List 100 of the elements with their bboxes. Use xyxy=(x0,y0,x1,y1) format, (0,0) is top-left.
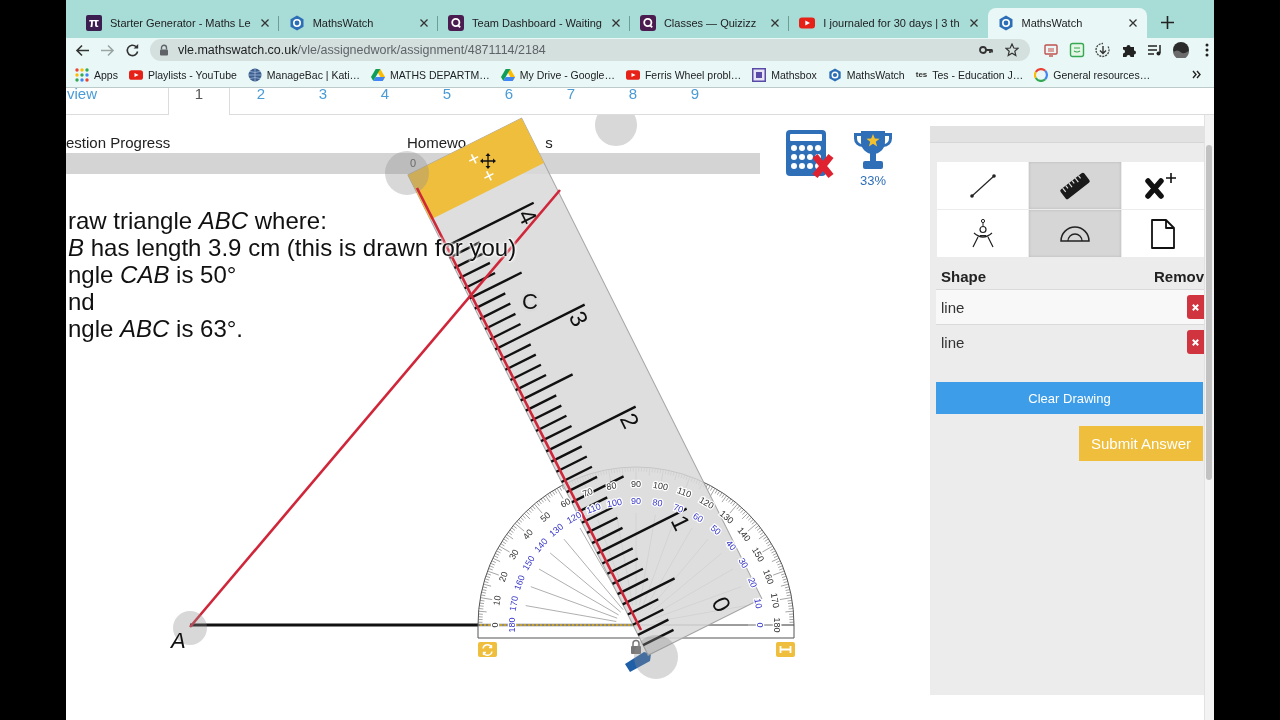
lock-icon[interactable] xyxy=(159,44,169,56)
back-icon[interactable] xyxy=(75,42,90,58)
browser-tab[interactable]: Team Dashboard - Waiting xyxy=(438,8,630,38)
close-icon xyxy=(1192,303,1199,311)
ring-logo-icon xyxy=(639,15,656,31)
protractor-scale-number: 160 xyxy=(512,573,527,592)
scrollbar-thumb[interactable] xyxy=(1206,145,1212,480)
point-label: C xyxy=(522,289,538,314)
browser-tab[interactable]: MathsWatch xyxy=(278,8,439,38)
avatar-icon[interactable] xyxy=(1173,42,1189,58)
globe-icon xyxy=(247,67,262,82)
note-icon[interactable] xyxy=(1069,42,1085,58)
point-tool-button[interactable] xyxy=(1122,162,1204,209)
column-header: Shape xyxy=(941,267,986,285)
playlist-icon[interactable] xyxy=(1147,42,1163,58)
protractor-scale-number: 30 xyxy=(736,556,751,570)
table-row[interactable]: line xyxy=(936,289,1204,324)
question-text: nd xyxy=(68,288,95,315)
protractor-scale-number: 160 xyxy=(761,568,776,586)
new-page-button[interactable] xyxy=(1122,210,1204,257)
protractor-scale-number: 70 xyxy=(672,502,685,515)
progress-label: Homewo xyxy=(407,135,467,153)
bookmark[interactable]: Mathsbox xyxy=(752,67,817,82)
close-icon[interactable] xyxy=(969,19,978,27)
browser-tab[interactable]: I journaled for 30 days | 3 th xyxy=(789,8,988,38)
protractor-scale-number: 100 xyxy=(652,479,669,493)
protractor-scale-number: 120 xyxy=(565,509,583,526)
score-text: 33% xyxy=(860,173,886,188)
shape-name: line xyxy=(941,333,965,351)
bookmark[interactable]: ManageBac | Kati… xyxy=(247,67,361,82)
bookmark[interactable]: General resources… xyxy=(1034,67,1151,82)
column-header: Remov xyxy=(1153,267,1204,285)
delete-button[interactable] xyxy=(1187,330,1204,354)
key-icon[interactable] xyxy=(979,43,993,57)
shape-name: line xyxy=(941,298,965,316)
page-icon xyxy=(1150,217,1176,250)
progress-label: estion Progress xyxy=(66,135,171,153)
ring-logo-icon xyxy=(448,15,465,31)
close-icon[interactable] xyxy=(420,19,429,27)
protractor-scale-number: 120 xyxy=(697,494,716,511)
ruler-tool-button[interactable] xyxy=(1029,162,1121,209)
hexagon-logo-icon xyxy=(827,67,842,82)
close-icon[interactable] xyxy=(1129,19,1137,27)
protractor-icon xyxy=(1059,224,1091,243)
protractor-scale-number: 30 xyxy=(507,547,521,562)
download-icon[interactable] xyxy=(1095,42,1111,58)
bookmark[interactable]: Playlists - YouTube xyxy=(128,67,237,82)
screen-icon[interactable] xyxy=(1043,42,1059,58)
bookmark[interactable]: Ferris Wheel probl… xyxy=(625,67,742,82)
resize-icon xyxy=(779,645,792,654)
close-icon[interactable] xyxy=(611,19,620,27)
progress-value: 0 xyxy=(410,157,417,170)
star-icon[interactable] xyxy=(1005,43,1019,57)
question-text: ngle ABC is 63°. xyxy=(68,315,244,342)
protractor-scale-number: 10 xyxy=(752,597,764,610)
protractor-scale-number: 10 xyxy=(491,594,503,607)
bookmark[interactable]: Apps xyxy=(75,67,118,82)
protractor-scale-number: 150 xyxy=(520,554,537,572)
bookmark[interactable]: MATHS DEPARTM… xyxy=(371,67,490,82)
question-text: raw triangle ABC where: xyxy=(68,207,327,234)
chevron-double-icon[interactable] xyxy=(1192,70,1201,79)
puzzle-icon[interactable] xyxy=(1121,42,1137,58)
table-row[interactable]: line xyxy=(936,324,1204,359)
rotate-icon xyxy=(482,644,493,656)
square-logo-icon xyxy=(752,67,767,82)
question-tab[interactable]: 1 xyxy=(168,88,230,115)
close-icon[interactable] xyxy=(771,19,780,27)
protractor-scale-number: 60 xyxy=(691,510,705,525)
play-logo-icon xyxy=(625,67,640,82)
protractor-scale-number: 110 xyxy=(675,485,693,500)
apps-grid-icon[interactable] xyxy=(75,67,89,82)
protractor-scale-number: 90 xyxy=(631,479,641,489)
lock-icon[interactable] xyxy=(631,639,641,654)
bookmark[interactable]: My Drive - Google… xyxy=(500,67,615,82)
ruler-number: 0 xyxy=(706,592,737,617)
protractor-scale-number: 80 xyxy=(651,497,664,509)
point-label: A xyxy=(171,628,186,653)
new-tab-icon[interactable] xyxy=(1161,16,1174,29)
bookmark[interactable]: tes Tes - Education J… xyxy=(915,68,1024,81)
protractor-scale-number: 60 xyxy=(558,496,573,510)
pen-handle-icon[interactable] xyxy=(625,652,651,672)
protractor-scale-number: 20 xyxy=(497,570,510,584)
delete-button[interactable] xyxy=(1187,295,1204,319)
protractor-scale-number: 90 xyxy=(631,496,641,506)
address-bar[interactable]: vle.mathswatch.co.uk/vle/assignedwork/assignment/4871114/2184 xyxy=(150,39,1030,61)
protractor-tool-button[interactable] xyxy=(1029,210,1121,257)
browser-tab[interactable]: MathsWatch xyxy=(987,8,1147,38)
question-text: ngle CAB is 50° xyxy=(68,261,237,288)
bookmark[interactable]: MathsWatch xyxy=(827,67,905,82)
ruler-number: 3 xyxy=(563,306,594,331)
browser-tab[interactable]: π Starter Generator - Maths Le xyxy=(76,8,279,38)
protractor-scale-number: 100 xyxy=(606,496,623,510)
protractor-scale-number: 170 xyxy=(507,595,521,612)
close-icon[interactable] xyxy=(260,19,269,27)
scrollbar-track[interactable] xyxy=(1204,115,1214,720)
play-logo-icon xyxy=(128,67,143,82)
protractor-scale-number: 20 xyxy=(746,576,759,589)
browser-tab[interactable]: Classes — Quizizz xyxy=(629,8,790,38)
protractor-scale-number: 180 xyxy=(772,617,782,633)
reload-icon[interactable] xyxy=(125,42,140,58)
